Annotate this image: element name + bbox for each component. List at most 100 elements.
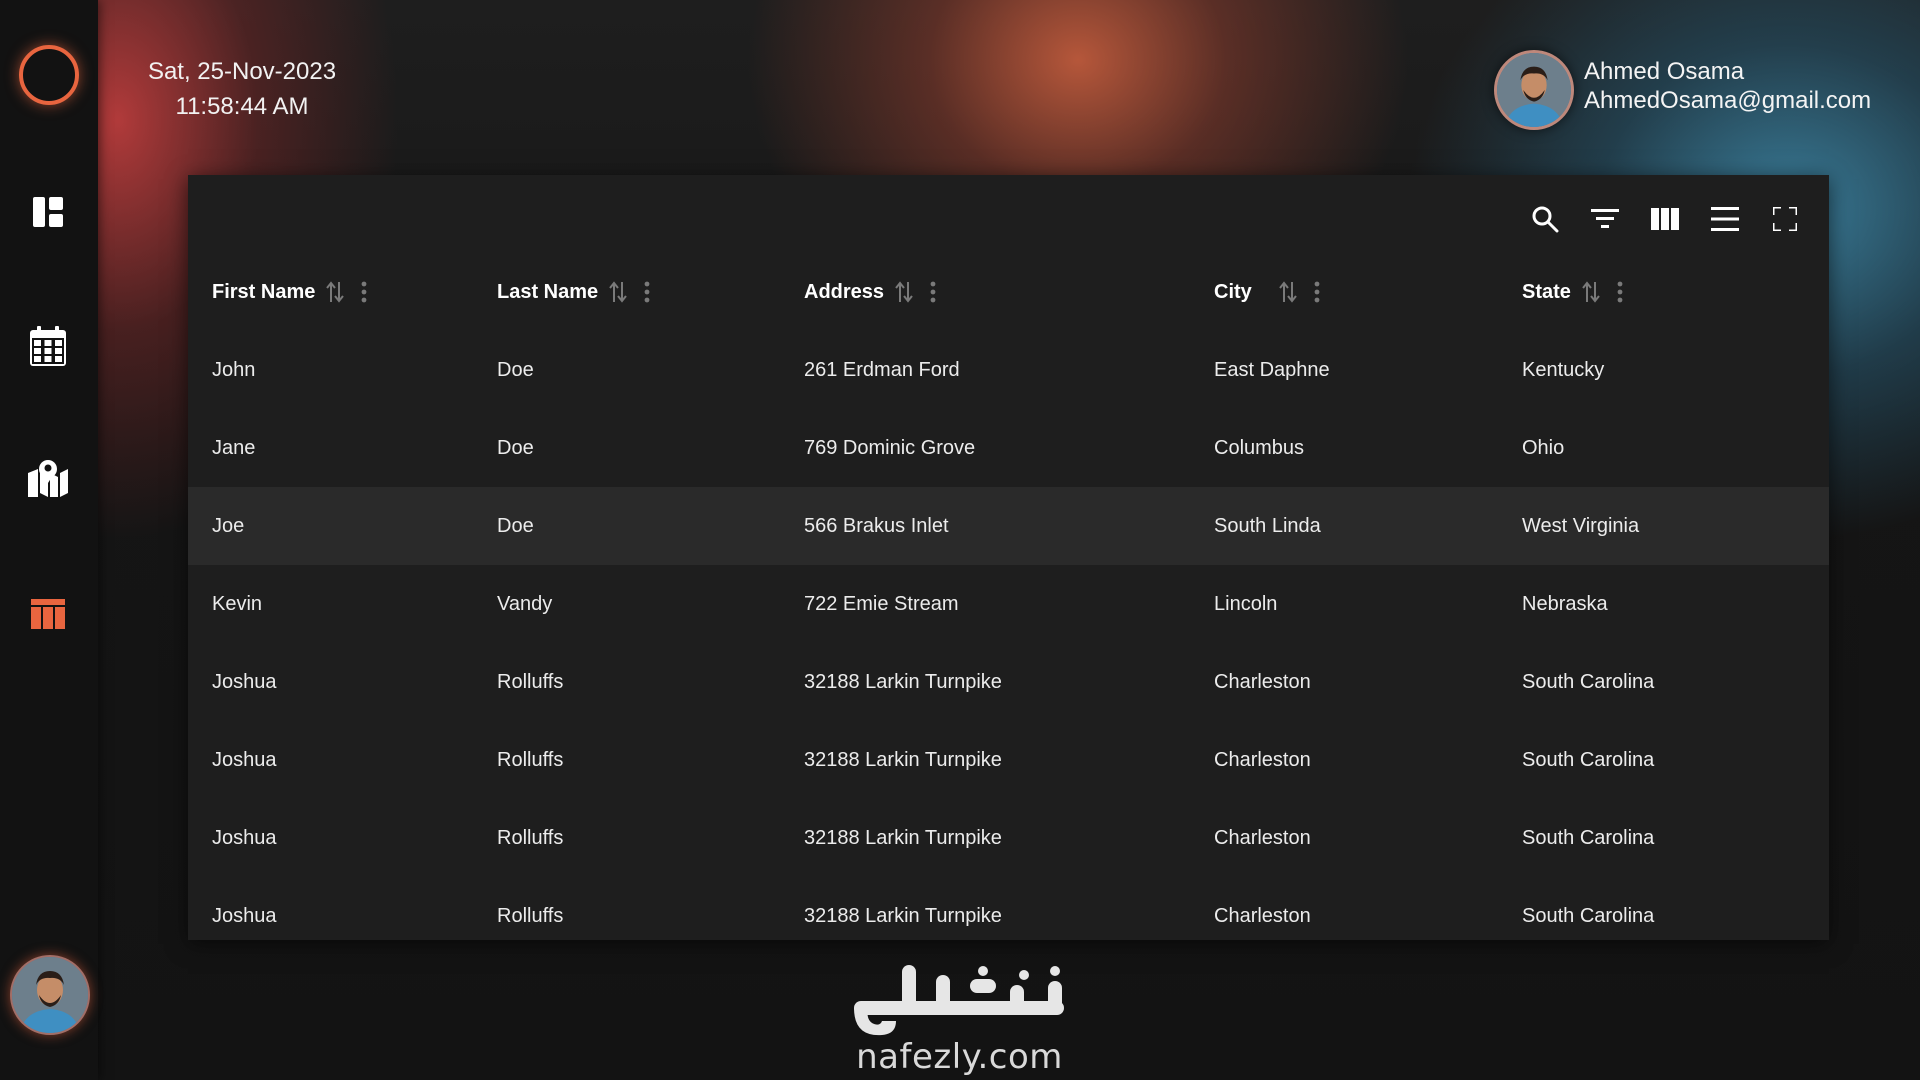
column-header-first-name: First Name [188, 253, 497, 331]
cell-first-name: Joshua [212, 748, 277, 771]
column-header-state: State [1522, 253, 1829, 331]
search-icon [1532, 206, 1559, 233]
density-icon [1711, 207, 1739, 231]
table-row[interactable]: Joshua Rolluffs 32188 Larkin Turnpike Ch… [188, 799, 1829, 877]
table-row[interactable]: John Doe 261 Erdman Ford East Daphne Ken… [188, 331, 1829, 409]
avatar-image-icon [1497, 53, 1571, 127]
column-header-address: Address [804, 253, 1214, 331]
cell-first-name: Kevin [212, 592, 263, 615]
sidebar-item-calendar[interactable] [20, 318, 76, 374]
current-date: Sat, 25-Nov-2023 [147, 58, 337, 85]
sort-icon[interactable] [1278, 281, 1298, 303]
cell-last-name: Doe [497, 436, 534, 459]
cell-address: 32188 Larkin Turnpike [804, 904, 1002, 927]
cell-last-name: Vandy [497, 592, 553, 615]
data-table: First Name Last Name Address City State … [188, 253, 1829, 955]
column-menu-icon[interactable] [644, 281, 650, 303]
cell-first-name: Jane [212, 436, 256, 459]
table-row-hovered[interactable]: Joe Doe 566 Brakus Inlet South Linda Wes… [188, 487, 1829, 565]
cell-last-name: Doe [497, 487, 804, 565]
cell-first-name: Joshua [212, 904, 277, 927]
cell-address: 769 Dominic Grove [804, 436, 976, 459]
cell-state: West Virginia [1522, 487, 1829, 565]
sort-icon[interactable] [325, 281, 345, 303]
column-header-last-name: Last Name [497, 253, 804, 331]
watermark-logo: nafezly.com [852, 965, 1067, 1077]
column-label: Last Name [497, 280, 599, 303]
sort-icon[interactable] [608, 281, 628, 303]
cell-state: Ohio [1522, 436, 1565, 459]
avatar[interactable] [1494, 50, 1574, 130]
cell-state: South Carolina [1522, 748, 1655, 771]
logo-ring-icon[interactable] [19, 45, 79, 105]
table-toolbar [1515, 197, 1815, 241]
columns-button[interactable] [1635, 197, 1695, 241]
cell-last-name: Rolluffs [497, 826, 564, 849]
cell-last-name: Rolluffs [497, 748, 564, 771]
density-button[interactable] [1695, 197, 1755, 241]
calendar-icon [30, 326, 66, 366]
sidebar-avatar[interactable] [10, 955, 90, 1035]
cell-address: 722 Emie Stream [804, 592, 959, 615]
cell-city: Charleston [1214, 670, 1311, 693]
columns-icon [1651, 208, 1679, 230]
fullscreen-button[interactable] [1755, 197, 1815, 241]
cell-first-name: Joe [188, 487, 497, 565]
avatar-image-icon [12, 957, 88, 1033]
dashboard-icon [33, 197, 63, 227]
fullscreen-icon [1773, 207, 1797, 231]
cell-address: 261 Erdman Ford [804, 358, 960, 381]
cell-city: Charleston [1214, 826, 1311, 849]
table-icon [31, 599, 65, 629]
cell-state: Nebraska [1522, 592, 1608, 615]
user-name: Ahmed Osama [1584, 58, 1745, 85]
column-menu-icon[interactable] [361, 281, 367, 303]
filter-icon [1591, 209, 1619, 228]
cell-address: 566 Brakus Inlet [804, 487, 1214, 565]
table-row[interactable]: Jane Doe 769 Dominic Grove Columbus Ohio [188, 409, 1829, 487]
cell-city: Columbus [1214, 436, 1305, 459]
nafezly-logo-icon [854, 965, 1064, 1036]
cell-last-name: Rolluffs [497, 670, 564, 693]
cell-state: South Carolina [1522, 826, 1655, 849]
sidebar-item-dashboard[interactable] [20, 184, 76, 240]
cell-address: 32188 Larkin Turnpike [804, 826, 1002, 849]
search-button[interactable] [1515, 197, 1575, 241]
table-header-row: First Name Last Name Address City State [188, 253, 1829, 331]
column-label: City [1214, 280, 1252, 303]
table-row[interactable]: Joshua Rolluffs 32188 Larkin Turnpike Ch… [188, 721, 1829, 799]
cell-city: South Linda [1214, 487, 1522, 565]
cell-last-name: Rolluffs [497, 904, 564, 927]
cell-state: South Carolina [1522, 670, 1655, 693]
column-menu-icon[interactable] [930, 281, 936, 303]
sort-icon[interactable] [894, 281, 914, 303]
cell-first-name: John [212, 358, 256, 381]
table-row[interactable]: Joshua Rolluffs 32188 Larkin Turnpike Ch… [188, 643, 1829, 721]
cell-address: 32188 Larkin Turnpike [804, 670, 1002, 693]
sidebar-item-table[interactable] [20, 586, 76, 642]
sidebar [0, 0, 98, 1080]
column-label: First Name [212, 280, 316, 303]
watermark-domain: nafezly.com [856, 1037, 1063, 1077]
cell-city: Lincoln [1214, 592, 1278, 615]
column-menu-icon[interactable] [1617, 281, 1623, 303]
cell-first-name: Joshua [212, 670, 277, 693]
current-time: 11:58:44 AM [175, 93, 309, 120]
sidebar-item-map[interactable] [20, 450, 76, 506]
cell-city: Charleston [1214, 748, 1311, 771]
cell-address: 32188 Larkin Turnpike [804, 748, 1002, 771]
map-icon [28, 460, 68, 497]
column-menu-icon[interactable] [1314, 281, 1320, 303]
table-row[interactable]: Joshua Rolluffs 32188 Larkin Turnpike Ch… [188, 877, 1829, 955]
cell-first-name: Joshua [212, 826, 277, 849]
column-label: State [1522, 280, 1571, 303]
user-email: AhmedOsama@gmail.com [1584, 87, 1872, 114]
cell-state: South Carolina [1522, 904, 1655, 927]
filter-button[interactable] [1575, 197, 1635, 241]
column-label: Address [804, 280, 885, 303]
sort-icon[interactable] [1581, 281, 1601, 303]
column-header-city: City [1214, 253, 1522, 331]
cell-last-name: Doe [497, 358, 534, 381]
table-row[interactable]: Kevin Vandy 722 Emie Stream Lincoln Nebr… [188, 565, 1829, 643]
data-table-card: First Name Last Name Address City State … [188, 175, 1829, 940]
